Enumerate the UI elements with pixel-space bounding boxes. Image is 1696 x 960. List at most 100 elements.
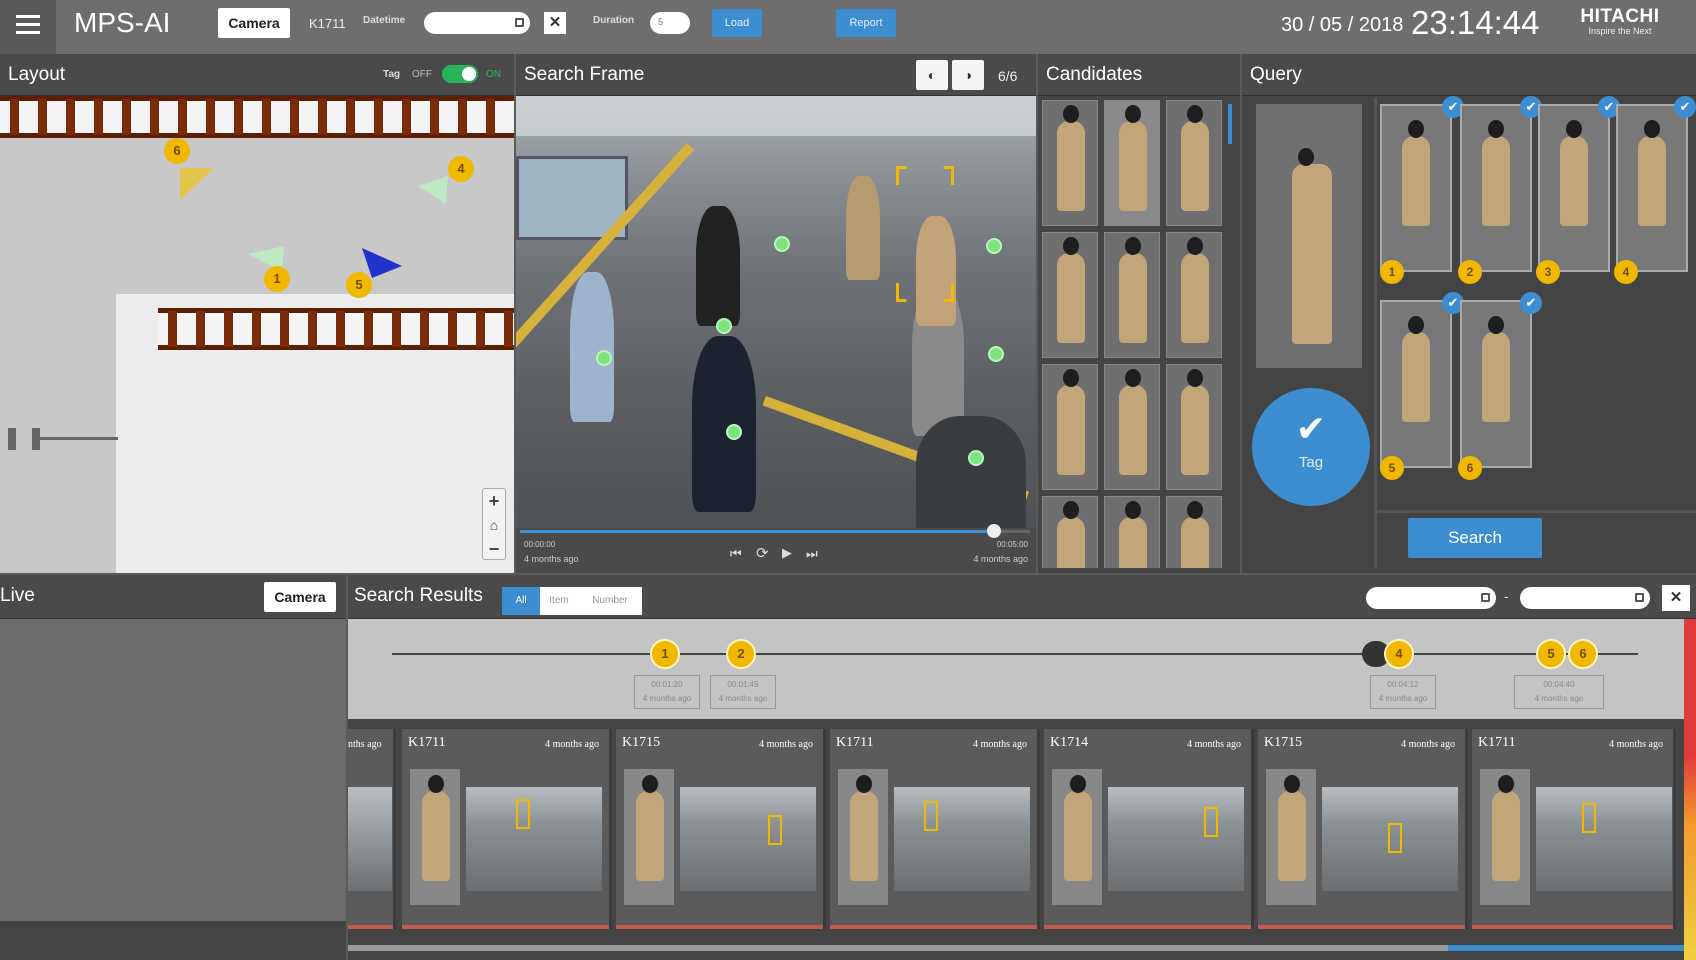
play-icon[interactable]: ▶ <box>782 545 792 561</box>
skip-back-icon[interactable]: ⏮ <box>730 546 742 562</box>
brand-logo: HITACHI Inspire the Next <box>1570 6 1670 36</box>
results-close-button[interactable]: ✕ <box>1662 585 1690 611</box>
camera-cone-4 <box>418 176 448 204</box>
result-card[interactable]: K1711 4 months ago <box>830 729 1040 929</box>
query-thumbnail[interactable] <box>1538 104 1610 272</box>
tag-button[interactable]: ✔ Tag <box>1252 388 1370 506</box>
query-thumbnail[interactable] <box>1460 300 1532 468</box>
next-frame-button[interactable]: ◑ <box>952 60 984 90</box>
timeline-label: 00:01:45 4 months ago <box>710 675 776 709</box>
result-card-camera: K1715 <box>622 735 661 750</box>
layout-map[interactable]: 6 4 1 5 + ⌂ − <box>0 96 514 573</box>
camera-marker-1[interactable]: 1 <box>264 266 290 292</box>
layout-panel: Layout Tag OFF ON 6 4 1 5 + ⌂ − <box>0 54 514 573</box>
candidate-thumbnail[interactable] <box>1042 364 1098 490</box>
candidate-thumbnail[interactable] <box>1166 100 1222 226</box>
candidate-thumbnail[interactable] <box>1104 100 1160 226</box>
result-card[interactable]: K1711 4 months ago <box>1472 729 1676 929</box>
result-card[interactable]: K1715 4 months ago <box>1258 729 1468 929</box>
filter-number[interactable]: Number <box>578 587 642 615</box>
playback-handle[interactable] <box>987 524 1002 538</box>
result-card-camera: K1711 <box>836 735 874 750</box>
candidate-thumbnail[interactable] <box>1166 364 1222 490</box>
result-card[interactable]: K1715 4 months ago <box>616 729 826 929</box>
detection-dot[interactable] <box>726 424 742 440</box>
results-scrollbar-thumb[interactable] <box>1448 945 1684 951</box>
result-card-scene <box>1108 787 1244 891</box>
candidate-thumbnail[interactable] <box>1042 232 1098 358</box>
candidate-thumbnail[interactable] <box>1042 100 1098 226</box>
candidates-scrollbar[interactable] <box>1228 104 1232 144</box>
timeline-marker-6[interactable]: 6 <box>1568 639 1598 669</box>
report-button[interactable]: Report <box>836 9 896 37</box>
camera-marker-5[interactable]: 5 <box>346 272 372 298</box>
query-thumbnail[interactable] <box>1460 104 1532 272</box>
detection-dot[interactable] <box>716 318 732 334</box>
detection-dot[interactable] <box>596 350 612 366</box>
clear-datetime-button[interactable]: ✕ <box>544 12 566 34</box>
filter-all[interactable]: All <box>502 587 540 615</box>
person-silhouette <box>846 176 880 280</box>
loop-icon[interactable]: ⟳ <box>756 544 769 562</box>
camera-marker-4[interactable]: 4 <box>448 156 474 182</box>
candidate-thumbnail[interactable] <box>1166 232 1222 358</box>
app-title: MPS-AI <box>74 7 171 38</box>
playback-track[interactable] <box>520 524 1030 538</box>
detection-dot[interactable] <box>988 346 1004 362</box>
result-card-ago: 4 months ago <box>759 739 813 750</box>
query-thumbnail-number: 6 <box>1458 456 1482 480</box>
video-frame[interactable] <box>516 96 1036 528</box>
query-thumbnail[interactable] <box>1616 104 1688 272</box>
query-thumbnail[interactable] <box>1380 300 1452 468</box>
timeline-marker-1[interactable]: 1 <box>650 639 680 669</box>
menu-icon[interactable] <box>0 0 56 54</box>
query-footer-divider <box>1374 510 1696 513</box>
result-card[interactable]: K1711 4 months ago <box>402 729 612 929</box>
detection-dot[interactable] <box>774 236 790 252</box>
zoom-out-button[interactable]: − <box>483 537 505 561</box>
zoom-in-button[interactable]: + <box>483 489 505 513</box>
home-button[interactable]: ⌂ <box>483 513 505 537</box>
query-divider <box>1374 98 1377 568</box>
result-card-scene <box>348 787 392 891</box>
duration-label: Duration <box>593 15 635 26</box>
selected-check-icon: ✔ <box>1674 96 1696 118</box>
results-scrollbar[interactable] <box>348 945 1684 951</box>
query-thumbnail[interactable] <box>1380 104 1452 272</box>
detection-dot[interactable] <box>968 450 984 466</box>
range-start-input[interactable] <box>1366 587 1496 609</box>
tag-toggle[interactable] <box>442 65 478 83</box>
candidate-thumbnail[interactable] <box>1104 496 1160 568</box>
result-card-ago: 4 months ago <box>1187 739 1241 750</box>
result-card[interactable]: K1714 4 months ago <box>1044 729 1254 929</box>
live-video-view[interactable] <box>0 619 346 921</box>
timeline-marker-5[interactable]: 5 <box>1536 639 1566 669</box>
filter-item[interactable]: Item <box>540 587 578 615</box>
map-zoom-control: + ⌂ − <box>482 488 506 560</box>
result-card-partial[interactable]: nths ago <box>348 729 396 929</box>
timeline-marker-4[interactable]: 4 <box>1384 639 1414 669</box>
search-button[interactable]: Search <box>1408 518 1542 558</box>
live-camera-button[interactable]: Camera <box>264 582 336 612</box>
calendar-icon <box>515 18 524 27</box>
datetime-input[interactable] <box>424 12 530 34</box>
query-thumbnail-number: 5 <box>1380 456 1404 480</box>
camera-button[interactable]: Camera <box>218 8 290 38</box>
results-timeline[interactable]: 1 2 4 5 6 00:01:20 4 months ago 00:01:45 4… <box>348 619 1684 719</box>
detection-dot[interactable] <box>986 238 1002 254</box>
prev-frame-button[interactable]: ◐ <box>916 60 948 90</box>
range-end-input[interactable] <box>1520 587 1650 609</box>
timeline-marker-2[interactable]: 2 <box>726 639 756 669</box>
skip-forward-icon[interactable]: ⏭ <box>806 546 818 562</box>
load-button[interactable]: Load <box>712 9 762 37</box>
person-silhouette <box>570 272 614 422</box>
duration-input[interactable]: 5 <box>650 12 690 34</box>
candidate-thumbnail[interactable] <box>1042 496 1098 568</box>
candidate-thumbnail[interactable] <box>1104 364 1160 490</box>
camera-marker-6[interactable]: 6 <box>164 138 190 164</box>
search-frame-title: Search Frame <box>524 64 645 85</box>
layout-header: Layout Tag OFF ON <box>0 54 514 96</box>
candidate-thumbnail[interactable] <box>1104 232 1160 358</box>
candidate-thumbnail[interactable] <box>1166 496 1222 568</box>
results-header: Search Results All Item Number - ✕ <box>348 575 1696 619</box>
